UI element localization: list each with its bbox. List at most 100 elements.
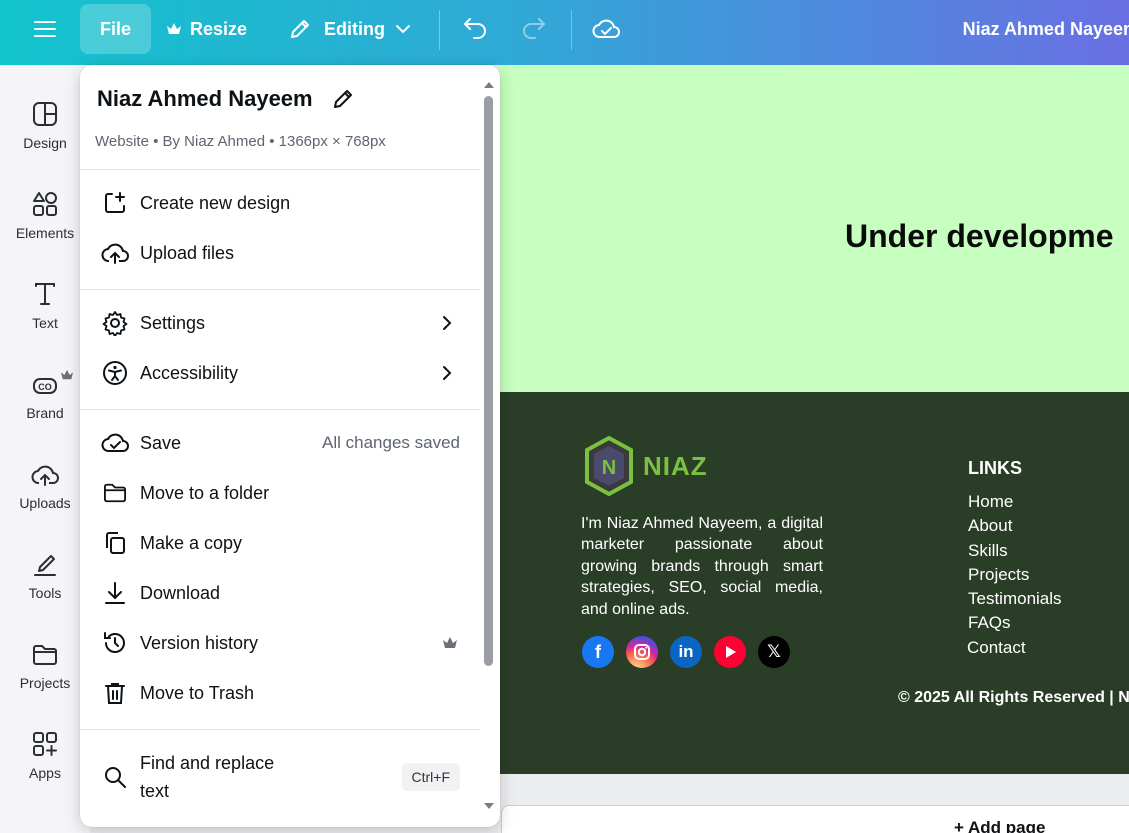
pencil-icon — [291, 20, 309, 38]
footer-link-about[interactable]: About — [968, 514, 1062, 538]
apps-icon — [33, 732, 57, 756]
chevron-right-icon — [443, 366, 452, 380]
niaz-logo-icon: N — [585, 436, 633, 496]
pencil-icon[interactable] — [331, 87, 355, 111]
links-heading: LINKS — [968, 458, 1022, 478]
menu-item-accessibility[interactable]: Accessibility — [80, 350, 480, 396]
scroll-down-arrow[interactable] — [483, 801, 495, 811]
design-meta: Website • By Niaz Ahmed • 1366px × 768px — [95, 133, 386, 150]
sidebar-item-apps[interactable]: Apps — [0, 721, 90, 801]
cloud-check-icon — [592, 19, 620, 38]
scroll-up-arrow[interactable] — [483, 80, 495, 90]
menu-item-upload-files[interactable]: Upload files — [80, 230, 480, 276]
trash-icon — [105, 683, 125, 704]
left-sidebar: Design Elements Text CO Brand Uploads To… — [0, 65, 90, 833]
menu-item-create-new-design[interactable]: Create new design — [80, 180, 480, 226]
chevron-down-icon — [396, 25, 410, 34]
logo-text: NIAZ — [643, 450, 708, 481]
toolbar-divider — [571, 10, 572, 50]
sidebar-item-label: Uploads — [19, 495, 71, 511]
menu-scrollbar-thumb[interactable] — [484, 96, 493, 666]
tools-icon — [34, 555, 56, 576]
youtube-icon[interactable] — [714, 636, 746, 668]
menu-item-save[interactable]: Save All changes saved — [80, 420, 480, 466]
resize-button[interactable]: Resize — [166, 4, 247, 54]
hamburger-menu-button[interactable] — [22, 4, 68, 54]
sidebar-item-label: Elements — [15, 225, 75, 241]
editing-mode-button[interactable]: Editing — [288, 4, 423, 54]
resize-label: Resize — [190, 18, 248, 39]
folder-icon — [103, 483, 126, 503]
add-page-button[interactable]: + Add page — [501, 805, 1129, 833]
menu-divider — [80, 289, 480, 290]
footer-link-contact[interactable]: Contact — [967, 636, 1062, 660]
linkedin-icon[interactable]: in — [670, 636, 702, 668]
sidebar-item-elements[interactable]: Elements — [0, 181, 90, 261]
redo-button[interactable] — [521, 4, 547, 54]
svg-text:CO: CO — [38, 382, 52, 392]
sidebar-item-uploads[interactable]: Uploads — [0, 451, 90, 531]
search-icon — [105, 767, 126, 788]
menu-item-move-to-trash[interactable]: Move to Trash — [80, 670, 480, 716]
file-dropdown-menu: Niaz Ahmed Nayeem Website • By Niaz Ahme… — [80, 65, 500, 827]
instagram-icon[interactable] — [626, 636, 658, 668]
cloud-save-status-button[interactable] — [592, 4, 622, 54]
menu-item-label: Move to Trash — [140, 682, 255, 703]
crown-icon — [167, 23, 181, 34]
download-icon — [105, 582, 125, 604]
menu-item-find-replace[interactable]: Find and replace text Ctrl+F — [80, 747, 480, 807]
undo-icon — [464, 18, 486, 39]
sidebar-item-projects[interactable]: Projects — [0, 631, 90, 711]
menu-item-make-copy[interactable]: Make a copy — [80, 520, 480, 566]
history-icon — [104, 632, 125, 653]
redo-icon — [523, 18, 545, 39]
file-menu-button[interactable]: File — [80, 4, 151, 54]
footer-link-skills[interactable]: Skills — [968, 539, 1062, 563]
footer-link-faqs[interactable]: FAQs — [968, 611, 1062, 635]
copyright-text: © 2025 All Rights Reserved | Nia — [898, 689, 1129, 706]
menu-item-label: Version history — [140, 632, 259, 653]
shortcut-badge: Ctrl+F — [401, 763, 460, 791]
menu-divider — [80, 169, 480, 170]
footer-link-projects[interactable]: Projects — [968, 563, 1062, 587]
menu-item-version-history[interactable]: Version history — [80, 620, 480, 666]
sidebar-item-design[interactable]: Design — [0, 91, 90, 171]
menu-icon — [34, 21, 56, 37]
menu-design-title[interactable]: Niaz Ahmed Nayeem — [97, 86, 355, 112]
sidebar-item-label: Tools — [28, 585, 62, 601]
x-twitter-icon[interactable]: 𝕏 — [758, 636, 790, 668]
design-icon — [33, 102, 57, 126]
menu-item-settings[interactable]: Settings — [80, 300, 480, 346]
undo-button[interactable] — [462, 4, 488, 54]
menu-item-label: text — [140, 781, 170, 801]
sidebar-item-label: Brand — [26, 405, 64, 421]
sidebar-item-brand[interactable]: CO Brand — [0, 361, 90, 441]
menu-item-label: Move to a folder — [140, 482, 270, 503]
add-page-label: + Add page — [954, 818, 1046, 833]
design-name: Niaz Ahmed Nayeem — [97, 86, 313, 111]
facebook-icon[interactable]: f — [582, 636, 614, 668]
top-toolbar: File Resize Editing Niaz Ahmed Nayeem — [0, 0, 1129, 65]
social-icons: f in 𝕏 — [582, 636, 790, 668]
uploads-icon — [31, 465, 59, 486]
niaz-logo: N NIAZ — [583, 436, 708, 496]
menu-item-label-wrap: Find and replace text — [140, 749, 274, 805]
menu-item-move-to-folder[interactable]: Move to a folder — [80, 470, 480, 516]
design-title[interactable]: Niaz Ahmed Nayeem — [963, 4, 1129, 54]
sidebar-item-label: Design — [23, 135, 67, 151]
toolbar-divider — [439, 10, 440, 50]
sidebar-item-tools[interactable]: Tools — [0, 541, 90, 621]
menu-item-download[interactable]: Download — [80, 570, 480, 616]
upload-cloud-icon — [101, 243, 129, 264]
footer-link-home[interactable]: Home — [968, 490, 1062, 514]
sidebar-item-text[interactable]: Text — [0, 271, 90, 351]
menu-item-label: Make a copy — [140, 532, 243, 553]
svg-text:N: N — [602, 457, 616, 479]
chevron-right-icon — [443, 316, 452, 330]
footer-link-testimonials[interactable]: Testimonials — [968, 587, 1062, 611]
crown-icon — [443, 637, 457, 648]
menu-divider — [80, 729, 480, 730]
menu-item-label: Download — [140, 582, 221, 603]
add-design-icon — [105, 192, 125, 213]
brand-icon: CO — [33, 378, 57, 394]
